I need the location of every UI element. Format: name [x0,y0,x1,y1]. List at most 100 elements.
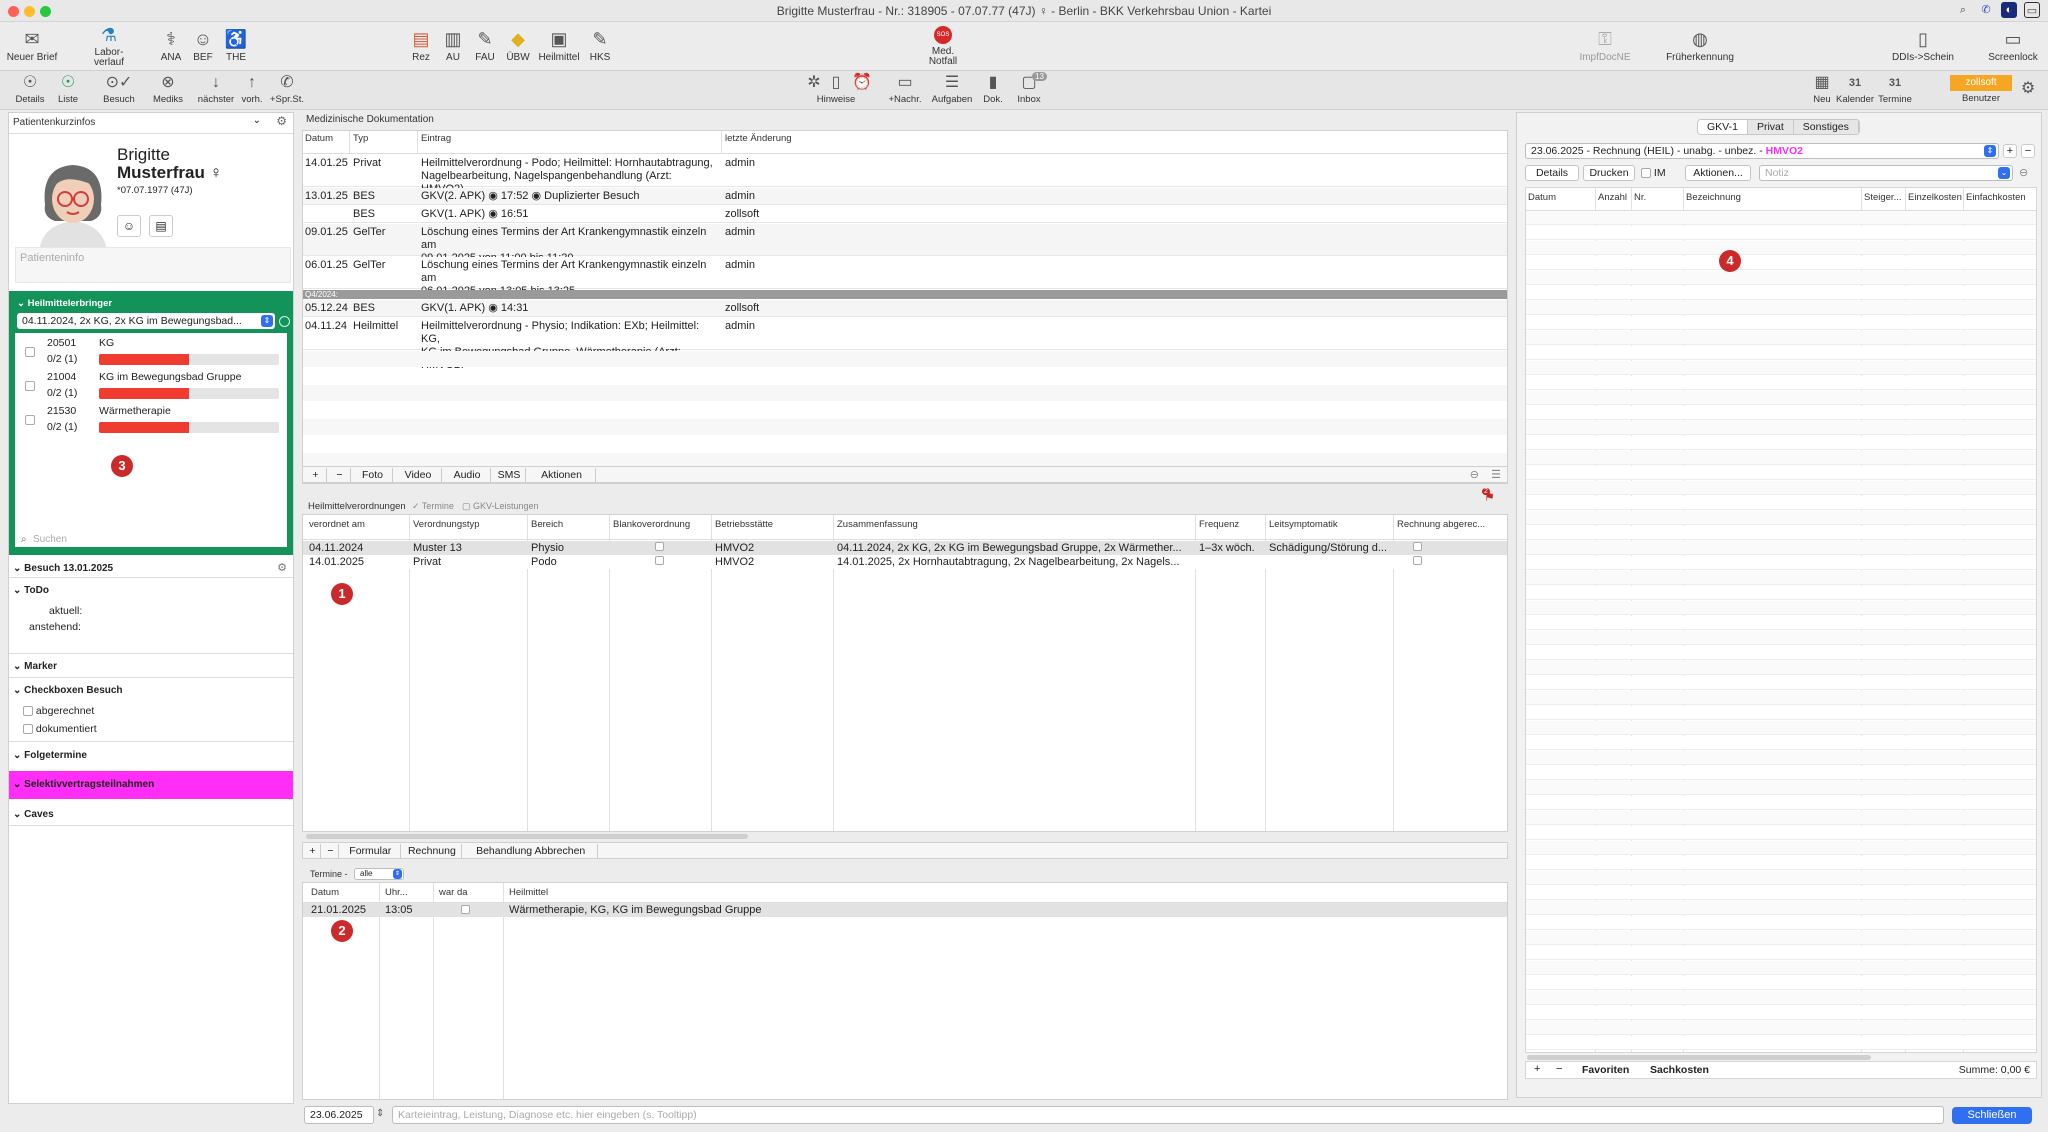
heilmittel-select[interactable]: 04.11.2024, 2x KG, 2x KG im Bewegungsbad… [17,313,275,329]
gear-icon[interactable]: ⚙ [276,114,287,128]
dok-button[interactable]: ▮ Dok. [978,73,1008,105]
heilmittel-item[interactable]: 21530 Wärmetherapie 0/2 (1) [15,405,287,437]
doc-action-button[interactable]: Foto [353,468,393,482]
doc-row[interactable]: BES GKV(1. APK) ◉ 16:51 zollsoft [303,206,1507,223]
doc-action-button[interactable]: Aktionen [528,468,596,482]
ana-button[interactable]: ⚕ ANA [158,28,184,63]
remove-button[interactable]: − [1556,1063,1562,1075]
hmv-column-header[interactable]: Rechnung abgerec... [1397,519,1485,530]
billing-column-header[interactable]: Einfachkosten [1966,192,2026,203]
uebw-button[interactable]: ◆ ÜBW [504,28,532,63]
stepper-icon[interactable]: ⇕ [376,1108,384,1119]
rez-button[interactable]: ▤ Rez [408,28,434,63]
hmv-column-header[interactable]: Bereich [531,519,563,530]
doc-row[interactable]: 09.01.25 GelTer Löschung eines Termins der… [303,224,1507,264]
mediks-button[interactable]: ⊗ Mediks [150,73,186,105]
caves-section[interactable]: ⌄ Caves [13,809,295,820]
im-checkbox[interactable]: IM [1641,167,1666,179]
billing-column-header[interactable]: Datum [1528,192,1556,203]
ddis-schein-button[interactable]: ▯ DDIs->Schein [1888,28,1958,63]
blanko-checkbox[interactable] [655,542,664,551]
abgerechnet-checkbox[interactable]: abgerechnet [23,705,94,717]
laborverlauf-button[interactable]: ⚗ Labor- verlauf [86,24,132,68]
rechnung-checkbox[interactable] [1413,542,1422,551]
billing-column-header[interactable]: Bezeichnung [1686,192,1741,203]
doc-row[interactable]: 04.11.24 Heilmittel Heilmittelverordnung -… [303,318,1507,371]
drucken-button[interactable]: Drucken [1583,165,1635,181]
close-window-button[interactable] [8,6,19,17]
gkv-leistungen-checkbox[interactable]: ▢ GKV-Leistungen [462,501,539,512]
heilmittel-checkbox[interactable] [25,381,35,391]
hmv-row[interactable]: 04.11.2024 Muster 13 Physio HMVO2 04.11.2024… [303,541,1507,555]
hmv-row[interactable]: 14.01.2025 Privat Podo HMVO2 14.01.2025, 2x … [303,555,1507,569]
minus-circle-icon[interactable]: ⊖ [1470,468,1479,481]
billing-column-header[interactable]: Steiger... [1864,192,1902,203]
bef-button[interactable]: ☺ BEF [190,28,216,63]
impfdocne-button[interactable]: ⚿ ImpfDocNE [1572,28,1638,63]
hmv-column-header[interactable]: Blankoverordnung [613,519,690,530]
marker-section[interactable]: ⌄ Marker [13,661,295,672]
vorh-button[interactable]: ↑ vorh. [238,73,266,105]
frueherkennung-button[interactable]: ◍ Früherkennung [1662,28,1738,63]
entry-date-field[interactable]: 23.06.2025 [304,1106,374,1124]
screen-icon[interactable]: ▭ [2024,2,2040,18]
hmv-action-button[interactable]: Formular [341,844,401,858]
search-icon[interactable]: ⌕ [1955,2,1971,18]
hmv-column-header[interactable]: Frequenz [1199,519,1239,530]
hmv-column-header[interactable]: Leitsymptomatik [1269,519,1338,530]
billing-tab[interactable]: Privat [1747,120,1794,134]
billing-column-header[interactable]: Einzelkosten [1908,192,1962,203]
billing-column-header[interactable]: Nr. [1634,192,1646,203]
gear-icon[interactable]: ⚙ [277,561,287,574]
heilmittel-item[interactable]: 20501 KG 0/2 (1) [15,337,287,369]
folgetermine-section[interactable]: ⌄ Folgetermine [13,750,295,761]
blanko-checkbox[interactable] [655,556,664,565]
heilmittel-item[interactable]: 21004 KG im Bewegungsbad Gruppe 0/2 (1) [15,371,287,403]
termine-filter-select[interactable]: alle ⇕ [354,868,404,880]
col-eintrag[interactable]: Eintrag [421,133,451,144]
karteieintrag-input[interactable]: Karteieintrag, Leistung, Diagnose etc. h… [392,1106,1944,1124]
heilmittel-checkbox[interactable] [25,347,35,357]
add-icon[interactable]: + [271,533,278,547]
horizontal-scrollbar[interactable] [306,834,748,839]
notfall-button[interactable]: SOS Med. Notfall [924,26,962,67]
neu-button[interactable]: ▦ Neu [1808,73,1836,105]
hmv-column-header[interactable]: Verordnungstyp [413,519,480,530]
hmv-action-button[interactable]: − [323,844,339,858]
list-icon[interactable]: ☰ [1491,468,1501,481]
zoom-window-button[interactable] [40,6,51,17]
kalender-button[interactable]: 31 Kalender [1836,73,1874,105]
doc-row[interactable]: 13.01.25 BES GKV(2. APK) ◉ 17:52 ◉ Duplizi… [303,188,1507,205]
alarm-icon[interactable]: ⏰ [852,73,872,94]
doc-action-button[interactable]: SMS [493,468,526,482]
person-icon[interactable]: ☺ [117,215,141,237]
naechster-button[interactable]: ↓ nächster [196,73,236,105]
the-button[interactable]: ♿ THE [222,28,250,63]
besuch-section[interactable]: ⌄ Besuch 13.01.2025 [13,563,295,574]
screenlock-button[interactable]: ▭ Screenlock [1984,28,2042,63]
hmv-column-header[interactable]: verordnet am [309,519,365,530]
billing-column-header[interactable]: Anzahl [1598,192,1627,203]
termine-column-header[interactable]: Uhr... [385,887,408,898]
invoice-select[interactable]: 23.06.2025 - Rechnung (HEIL) - unabg. - … [1525,143,1999,159]
rechnung-checkbox[interactable] [1413,556,1422,565]
doc-action-button[interactable]: + [305,468,327,482]
notiz-field[interactable]: Notiz ⌄ [1759,165,2013,181]
war-da-checkbox[interactable] [461,905,470,914]
hmv-action-button[interactable]: Rechnung [403,844,463,858]
termine-button[interactable]: 31 Termine [1876,73,1914,105]
termine-column-header[interactable]: Heilmittel [509,887,548,898]
billing-tab[interactable]: Sonstiges [1793,120,1859,134]
remove-button[interactable]: − [2021,144,2035,158]
checkboxen-section[interactable]: ⌄ Checkboxen Besuch [13,685,295,696]
hmv-column-header[interactable]: Betriebsstätte [715,519,773,530]
todo-section[interactable]: ⌄ ToDo [13,585,295,596]
hmv-column-header[interactable]: Zusammenfassung [837,519,918,530]
card-icon[interactable]: ▤ [149,215,173,237]
benutzer-button[interactable]: zollsoft Benutzer [1950,75,2012,104]
favoriten-button[interactable]: Favoriten [1582,1064,1629,1076]
doc-action-button[interactable]: − [329,468,351,482]
termine-column-header[interactable]: war da [439,887,468,898]
neuer-brief-button[interactable]: ✉ Neuer Brief [6,28,58,63]
col-typ[interactable]: Typ [353,133,368,144]
